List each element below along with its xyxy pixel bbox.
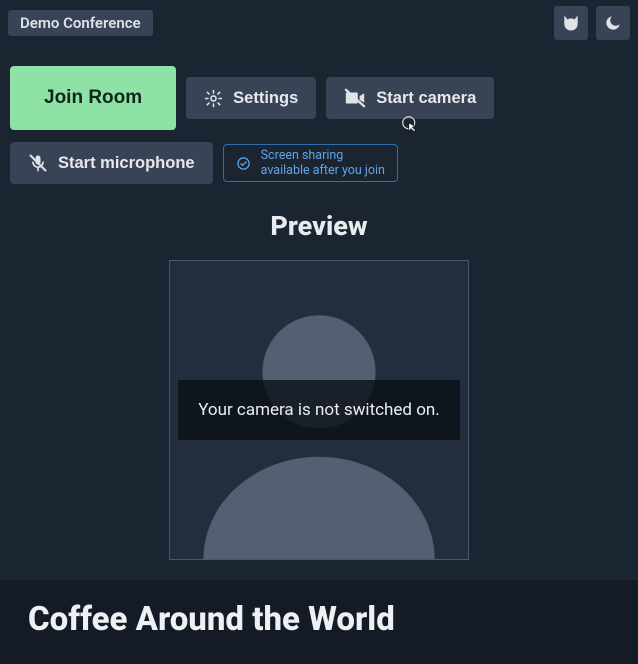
camera-off-message: Your camera is not switched on. (178, 380, 460, 440)
top-bar: Demo Conference (0, 0, 638, 46)
join-room-button[interactable]: Join Room (10, 66, 176, 130)
camera-preview-box: Your camera is not switched on. (169, 260, 469, 560)
footer-section: Coffee Around the World (0, 580, 638, 664)
preview-heading: Preview (0, 210, 638, 242)
page-title: Coffee Around the World (28, 600, 610, 639)
start-microphone-button[interactable]: Start microphone (10, 142, 213, 184)
cat-icon (561, 13, 581, 33)
moon-icon-button[interactable] (596, 6, 630, 40)
moon-icon (604, 14, 622, 32)
cat-icon-button[interactable] (554, 6, 588, 40)
camera-off-icon (344, 87, 366, 109)
screen-share-notice: Screen sharing available after you join (223, 144, 398, 182)
settings-label: Settings (233, 89, 298, 108)
start-microphone-label: Start microphone (58, 154, 195, 173)
notice-line1: Screen sharing (261, 148, 385, 163)
controls-row: Join Room Settings Start camera Start mi… (0, 46, 638, 208)
start-camera-label: Start camera (376, 89, 476, 108)
microphone-off-icon (28, 153, 48, 173)
top-icon-group (554, 6, 630, 40)
settings-button[interactable]: Settings (186, 77, 316, 119)
notice-line2: available after you join (261, 163, 385, 178)
app-title-chip[interactable]: Demo Conference (8, 10, 153, 36)
start-camera-button[interactable]: Start camera (326, 77, 494, 119)
gear-icon (204, 89, 223, 108)
check-circle-icon (236, 156, 251, 171)
